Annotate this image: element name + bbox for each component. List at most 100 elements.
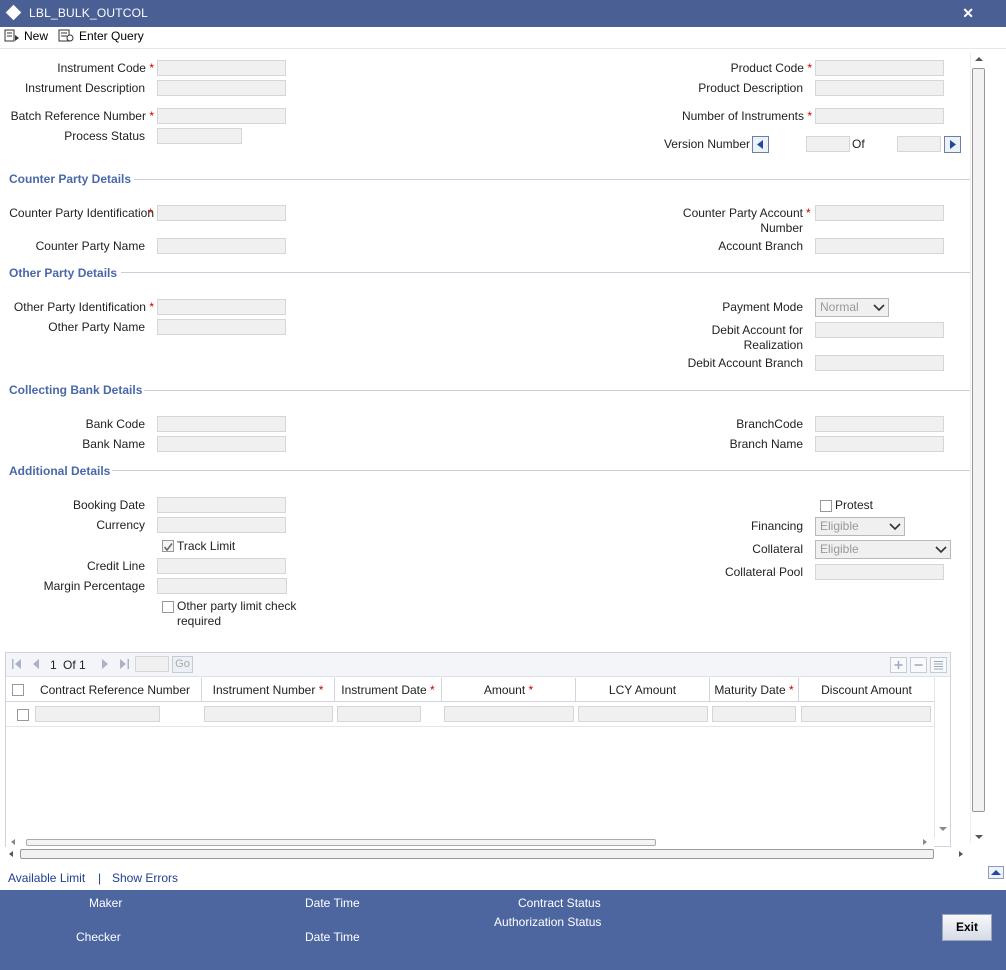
debit-account-label: Debit Account for Realization — [711, 323, 803, 352]
maker-date-time-label: Date Time — [305, 896, 360, 910]
instrument-number-cell[interactable] — [204, 706, 333, 722]
instrument-date-cell[interactable] — [337, 706, 421, 722]
new-document-icon — [4, 29, 19, 42]
col-amount[interactable]: Amount * — [442, 678, 576, 702]
select-all-checkbox[interactable] — [12, 684, 24, 696]
col-instrument-date[interactable]: Instrument Date * — [335, 678, 442, 702]
maturity-date-cell[interactable] — [712, 706, 796, 722]
counter-party-account-input[interactable] — [815, 205, 944, 221]
close-icon[interactable]: ✕ — [962, 5, 974, 22]
counter-party-identification-input[interactable] — [157, 205, 286, 221]
counter-party-section-title: Counter Party Details — [9, 172, 132, 186]
process-status-input[interactable] — [157, 128, 242, 144]
grid-vertical-scrollbar[interactable] — [934, 678, 950, 838]
protest-checkbox[interactable] — [820, 500, 832, 512]
col-instrument-number[interactable]: Instrument Number * — [202, 678, 335, 702]
number-of-instruments-input[interactable] — [815, 108, 944, 124]
product-code-input[interactable] — [815, 60, 944, 76]
branch-code-input[interactable] — [815, 416, 944, 432]
payment-mode-select[interactable]: Normal — [815, 298, 889, 317]
grid-horizontal-scrollbar[interactable] — [6, 837, 934, 847]
debit-account-branch-input[interactable] — [815, 355, 944, 371]
instrument-description-input[interactable] — [157, 80, 286, 96]
track-limit-checkbox[interactable] — [162, 540, 174, 552]
branch-name-input[interactable] — [815, 436, 944, 452]
batch-reference-label: Batch Reference Number * — [10, 109, 154, 123]
checker-label: Checker — [76, 930, 121, 944]
payment-mode-value: Normal — [820, 300, 859, 314]
chevron-down-icon — [935, 546, 947, 554]
scroll-right-icon — [959, 851, 963, 857]
collapse-footer-button[interactable] — [988, 866, 1004, 879]
scroll-down-icon — [975, 835, 983, 839]
currency-input[interactable] — [157, 517, 286, 533]
single-view-button[interactable] — [930, 657, 947, 673]
page-vertical-scrollbar[interactable] — [970, 52, 986, 844]
version-next-button[interactable] — [944, 136, 961, 153]
booking-date-input[interactable] — [157, 497, 286, 513]
page-scroll-thumb[interactable] — [20, 849, 934, 859]
product-description-input[interactable] — [815, 80, 944, 96]
first-page-icon[interactable] — [11, 658, 23, 670]
page-vscroll-thumb[interactable] — [972, 68, 985, 812]
other-party-limit-label: Other party limit check required — [177, 599, 297, 628]
prev-page-icon[interactable] — [31, 658, 41, 670]
section-divider — [144, 390, 970, 391]
version-prev-button[interactable] — [752, 136, 769, 153]
financing-select[interactable]: Eligible — [815, 517, 905, 536]
grid-scroll-thumb[interactable] — [26, 839, 656, 846]
batch-reference-input[interactable] — [157, 108, 286, 124]
col-contract-reference[interactable]: Contract Reference Number — [29, 678, 202, 702]
version-number-label: Version Number — [663, 137, 750, 151]
new-button-label: New — [24, 29, 49, 43]
enter-query-button[interactable]: Enter Query — [58, 29, 144, 43]
next-page-icon[interactable] — [100, 658, 110, 670]
col-maturity-date[interactable]: Maturity Date * — [710, 678, 799, 702]
delete-row-button[interactable] — [910, 657, 927, 673]
new-button[interactable]: New — [4, 29, 48, 43]
plus-icon — [894, 661, 903, 669]
version-total-input[interactable] — [897, 136, 941, 152]
pager-of: Of 1 — [63, 658, 86, 672]
available-limit-link[interactable]: Available Limit — [8, 871, 85, 885]
version-current-input[interactable] — [806, 136, 850, 152]
contract-reference-cell[interactable] — [35, 706, 160, 722]
discount-amount-cell[interactable] — [801, 706, 931, 722]
booking-date-label: Booking Date — [72, 498, 145, 512]
row-checkbox[interactable] — [17, 709, 29, 721]
arrow-right-icon — [950, 140, 956, 149]
counter-party-name-input[interactable] — [157, 238, 286, 254]
page-horizontal-scrollbar[interactable] — [5, 847, 970, 861]
page-number-input[interactable] — [135, 656, 169, 672]
toolbar: New Enter Query — [0, 27, 1006, 49]
other-party-section-title: Other Party Details — [9, 266, 118, 280]
col-discount-amount[interactable]: Discount Amount — [799, 678, 934, 702]
bank-name-input[interactable] — [157, 436, 286, 452]
credit-line-input[interactable] — [157, 558, 286, 574]
lcy-amount-cell[interactable] — [578, 706, 708, 722]
scroll-left-icon — [11, 839, 15, 845]
credit-line-label: Credit Line — [86, 559, 145, 573]
add-row-button[interactable] — [890, 657, 907, 673]
bank-name-label: Bank Name — [82, 437, 145, 451]
account-branch-input[interactable] — [815, 238, 944, 254]
show-errors-link[interactable]: Show Errors — [112, 871, 178, 885]
go-button[interactable]: Go — [172, 656, 193, 673]
chevron-down-icon — [889, 523, 901, 531]
financing-value: Eligible — [820, 519, 859, 533]
collateral-select[interactable]: Eligible — [815, 540, 951, 559]
debit-account-input[interactable] — [815, 322, 944, 338]
col-lcy-amount[interactable]: LCY Amount — [576, 678, 710, 702]
amount-cell[interactable] — [444, 706, 574, 722]
other-party-limit-checkbox[interactable] — [162, 601, 174, 613]
last-page-icon[interactable] — [118, 658, 130, 670]
instrument-code-input[interactable] — [157, 60, 286, 76]
other-party-identification-input[interactable] — [157, 299, 286, 315]
other-party-name-input[interactable] — [157, 319, 286, 335]
bank-code-input[interactable] — [157, 416, 286, 432]
margin-percentage-input[interactable] — [157, 578, 287, 594]
collateral-pool-input[interactable] — [815, 564, 944, 580]
process-status-label: Process Status — [64, 129, 145, 143]
instrument-code-label: Instrument Code * — [57, 61, 154, 75]
exit-button[interactable]: Exit — [942, 914, 992, 941]
